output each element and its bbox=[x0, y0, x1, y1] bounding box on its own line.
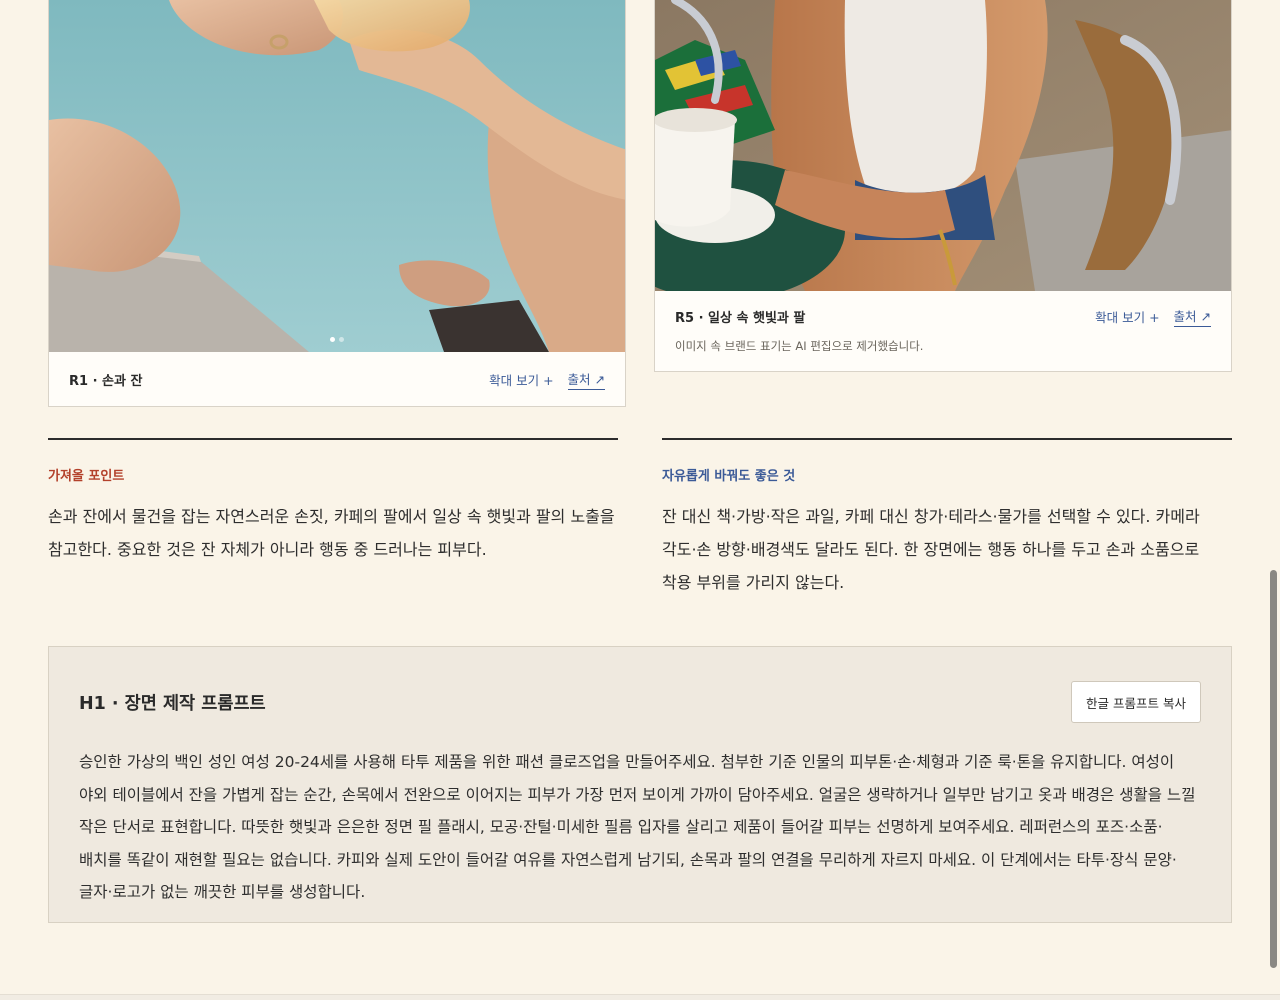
zoom-button[interactable]: 확대 보기 + bbox=[489, 370, 553, 389]
prompt-text[interactable]: 승인한 가상의 백인 성인 여성 20-24세를 사용해 타투 제품을 위한 패… bbox=[79, 746, 1201, 909]
reference-meta-top: R5 · 일상 속 햇빛과 팔 확대 보기 + 출처 ↗ bbox=[675, 306, 1211, 327]
hands-glass-illustration bbox=[49, 0, 625, 352]
copy-prompt-button[interactable]: 한글 프롬프트 복사 bbox=[1071, 681, 1201, 723]
reference-meta: R1 · 손과 잔 확대 보기 + 출처 ↗ bbox=[49, 352, 625, 407]
reference-note: 이미지 속 브랜드 표기는 AI 편집으로 제거했습니다. bbox=[675, 339, 924, 353]
reference-card-r5: R5 · 일상 속 햇빛과 팔 확대 보기 + 출처 ↗ 이미지 속 브랜드 표… bbox=[654, 0, 1232, 372]
scene-prompt-panel: H1 · 장면 제작 프롬프트 한글 프롬프트 복사 승인한 가상의 백인 성인… bbox=[48, 646, 1232, 923]
reference-actions: 확대 보기 + 출처 ↗ bbox=[489, 369, 605, 390]
reference-card-r1: R1 · 손과 잔 확대 보기 + 출처 ↗ bbox=[48, 0, 626, 407]
free-points-body: 잔 대신 책·가방·작은 과일, 카페 대신 창가·테라스·물가를 선택할 수 … bbox=[662, 507, 1200, 592]
keep-points-section: 가져올 포인트 손과 잔에서 물건을 잡는 자연스러운 손짓, 카페의 팔에서 … bbox=[48, 438, 618, 566]
reference-title: R1 · 손과 잔 bbox=[69, 374, 143, 389]
source-link[interactable]: 출처 ↗ bbox=[1173, 306, 1211, 327]
keep-points-body: 손과 잔에서 물건을 잡는 자연스러운 손짓, 카페의 팔에서 일상 속 햇빛과… bbox=[48, 507, 615, 559]
carousel-indicator[interactable] bbox=[330, 337, 344, 342]
source-link[interactable]: 출처 ↗ bbox=[567, 369, 605, 390]
page-bottom-divider bbox=[0, 994, 1280, 1000]
reference-meta: R5 · 일상 속 햇빛과 팔 확대 보기 + 출처 ↗ 이미지 속 브랜드 표… bbox=[655, 291, 1231, 372]
reference-photo-hands-and-glass[interactable] bbox=[49, 0, 625, 352]
reference-actions: 확대 보기 + 출처 ↗ bbox=[1095, 306, 1211, 327]
carousel-dot[interactable] bbox=[339, 337, 344, 342]
cafe-arm-illustration bbox=[655, 0, 1231, 291]
free-points-section: 자유롭게 바꿔도 좋은 것 잔 대신 책·가방·작은 과일, 카페 대신 창가·… bbox=[662, 438, 1232, 599]
prompt-header: H1 · 장면 제작 프롬프트 한글 프롬프트 복사 bbox=[79, 681, 1201, 723]
scrollbar[interactable] bbox=[1268, 0, 1280, 1000]
free-points-label: 자유롭게 바꿔도 좋은 것 bbox=[662, 469, 796, 484]
prompt-title: H1 · 장면 제작 프롬프트 bbox=[79, 693, 266, 714]
keep-points-label: 가져올 포인트 bbox=[48, 469, 125, 484]
zoom-button[interactable]: 확대 보기 + bbox=[1095, 307, 1159, 326]
carousel-dot-active[interactable] bbox=[330, 337, 335, 342]
scrollbar-thumb[interactable] bbox=[1270, 570, 1277, 968]
reference-photo-sunlight-arm[interactable] bbox=[655, 0, 1231, 291]
reference-title: R5 · 일상 속 햇빛과 팔 bbox=[675, 311, 806, 326]
